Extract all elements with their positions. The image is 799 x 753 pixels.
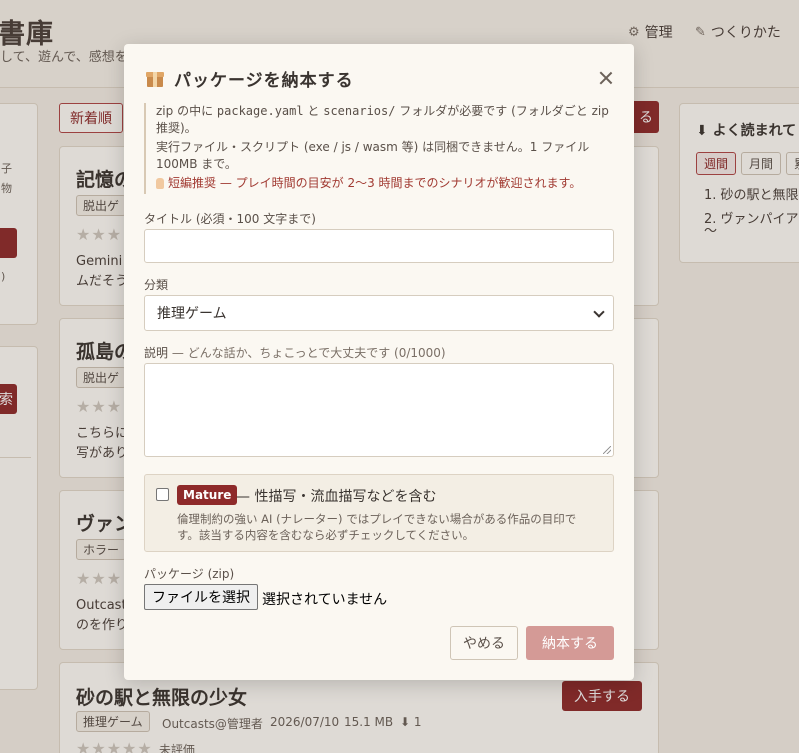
chevron-down-icon bbox=[593, 306, 605, 318]
cancel-button[interactable]: やめる bbox=[450, 626, 518, 660]
notice-short: 短編推奨 — プレイ時間の目安が 2〜3 時間までのシナリオが歓迎されます。 bbox=[156, 175, 614, 192]
mature-badge: Mature bbox=[177, 485, 238, 505]
mature-checkbox[interactable] bbox=[156, 488, 169, 501]
category-selected: 推理ゲーム bbox=[157, 306, 227, 322]
package-label: パッケージ (zip) bbox=[144, 567, 235, 581]
close-icon[interactable] bbox=[598, 70, 614, 86]
notice-exec: 実行ファイル・スクリプト (exe / js / wasm 等) は同梱できませ… bbox=[156, 140, 590, 171]
submit-button[interactable]: 納本する bbox=[526, 626, 614, 660]
category-label: 分類 bbox=[144, 278, 169, 292]
dialog-title-text: パッケージを納本する bbox=[174, 71, 354, 91]
upload-dialog: パッケージを納本する zip の中に package.yaml と scenar… bbox=[124, 44, 634, 680]
title-input[interactable] bbox=[144, 229, 614, 263]
resize-grip-icon[interactable] bbox=[603, 446, 611, 454]
mature-option: Mature — 性描写・流血描写などを含む 倫理制約の強い AI (ナレーター… bbox=[144, 474, 614, 552]
description-textarea[interactable] bbox=[144, 363, 614, 457]
package-icon bbox=[146, 70, 164, 88]
pointing-finger-icon bbox=[156, 178, 164, 189]
mature-label: — 性描写・流血描写などを含む bbox=[236, 489, 437, 505]
choose-file-button[interactable]: ファイルを選択 bbox=[144, 584, 258, 610]
dialog-title: パッケージを納本する bbox=[146, 66, 354, 91]
title-label: タイトル (必須・100 文字まで) bbox=[144, 212, 316, 226]
description-hint: — どんな話か、ちょこっとで大丈夫です (0/1000) bbox=[168, 346, 446, 360]
requirements-notice: zip の中に package.yaml と scenarios/ フォルダが必… bbox=[144, 103, 614, 194]
mature-note: 倫理制約の強い AI (ナレーター) ではプレイできない場合がある作品の目印です… bbox=[177, 512, 577, 542]
category-select[interactable]: 推理ゲーム bbox=[144, 295, 614, 331]
file-status: 選択されていません bbox=[262, 592, 388, 608]
description-label: 説明 — どんな話か、ちょこっとで大丈夫です (0/1000) bbox=[144, 346, 446, 360]
notice-zip: zip の中に package.yaml と scenarios/ フォルダが必… bbox=[156, 104, 609, 135]
